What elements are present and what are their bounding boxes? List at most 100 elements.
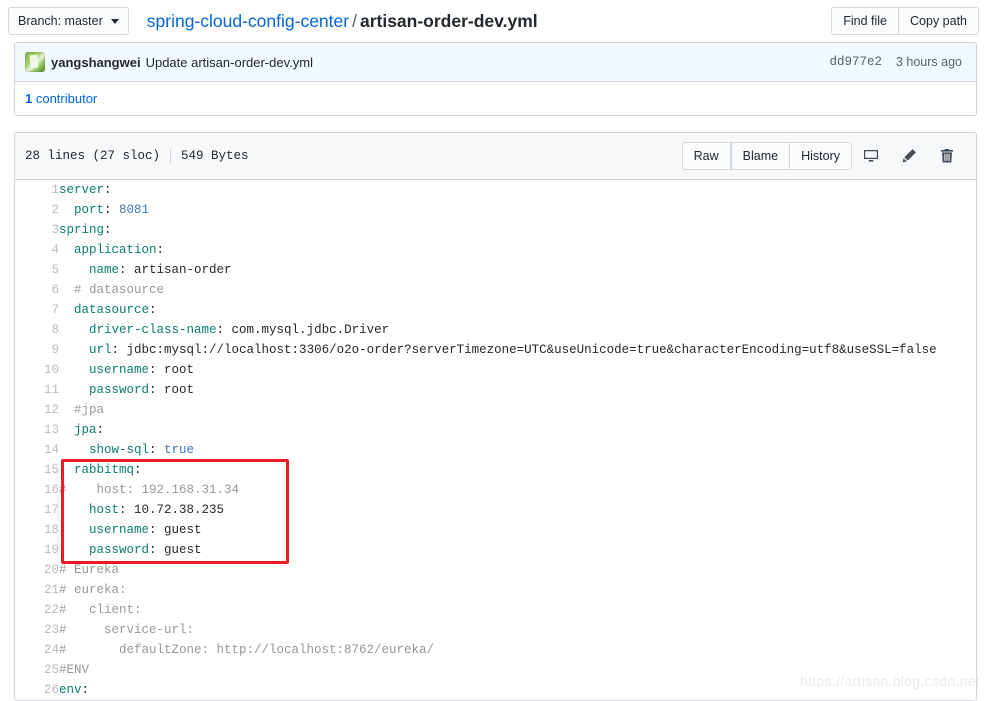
line-number[interactable]: 5: [15, 260, 59, 280]
line-content: # datasource: [59, 280, 976, 300]
code-token-plain: :: [104, 223, 112, 237]
line-number[interactable]: 7: [15, 300, 59, 320]
code-token-com: # service-url:: [59, 623, 194, 637]
copy-path-button[interactable]: Copy path: [899, 7, 979, 35]
branch-selector-button[interactable]: Branch: master: [8, 7, 129, 35]
line-number[interactable]: 26: [15, 680, 59, 700]
commit-sha-link[interactable]: dd977e2: [829, 55, 882, 69]
line-number[interactable]: 3: [15, 220, 59, 240]
line-content: name: artisan-order: [59, 260, 976, 280]
code-viewer[interactable]: 1server:2 port: 80813spring:4 applicatio…: [15, 180, 976, 700]
line-number[interactable]: 24: [15, 640, 59, 660]
code-token-plain: [59, 283, 74, 297]
line-number[interactable]: 16: [15, 480, 59, 500]
code-token-key: server: [59, 183, 104, 197]
line-content: password: guest: [59, 540, 976, 560]
code-token-plain: : artisan-order: [119, 263, 232, 277]
line-content: # defaultZone: http://localhost:8762/eur…: [59, 640, 976, 660]
line-number[interactable]: 2: [15, 200, 59, 220]
line-number[interactable]: 13: [15, 420, 59, 440]
file-size: 549 Bytes: [181, 149, 249, 163]
line-number[interactable]: 23: [15, 620, 59, 640]
breadcrumb-repo-link[interactable]: spring-cloud-config-center: [147, 11, 349, 31]
code-line: 15 rabbitmq:: [15, 460, 976, 480]
trash-icon: [939, 148, 955, 164]
open-in-desktop-button[interactable]: [852, 148, 890, 164]
line-number[interactable]: 4: [15, 240, 59, 260]
history-button[interactable]: History: [790, 142, 852, 170]
contributors-row: 1 contributor: [15, 82, 976, 115]
commit-author-link[interactable]: yangshangwei: [51, 55, 141, 70]
line-number[interactable]: 17: [15, 500, 59, 520]
code-token-plain: [59, 343, 89, 357]
line-content: show-sql: true: [59, 440, 976, 460]
line-number[interactable]: 9: [15, 340, 59, 360]
line-number[interactable]: 10: [15, 360, 59, 380]
line-number[interactable]: 19: [15, 540, 59, 560]
line-number[interactable]: 18: [15, 520, 59, 540]
code-line: 10 username: root: [15, 360, 976, 380]
line-number[interactable]: 22: [15, 600, 59, 620]
code-token-plain: :: [149, 303, 157, 317]
code-line: 8 driver-class-name: com.mysql.jdbc.Driv…: [15, 320, 976, 340]
code-token-plain: : guest: [149, 523, 202, 537]
breadcrumb-separator: /: [352, 11, 357, 31]
code-line: 24# defaultZone: http://localhost:8762/e…: [15, 640, 976, 660]
code-token-com: # client:: [59, 603, 142, 617]
contributors-label: contributor: [32, 91, 97, 106]
line-content: # service-url:: [59, 620, 976, 640]
code-token-plain: :: [104, 183, 112, 197]
code-token-key: password: [89, 383, 149, 397]
code-token-plain: :: [82, 683, 90, 697]
edit-file-button[interactable]: [890, 148, 928, 164]
file-actions: Raw Blame History: [682, 142, 966, 170]
code-line: 22# client:: [15, 600, 976, 620]
line-number[interactable]: 15: [15, 460, 59, 480]
line-number[interactable]: 21: [15, 580, 59, 600]
code-line: 16# host: 192.168.31.34: [15, 480, 976, 500]
line-content: #jpa: [59, 400, 976, 420]
code-token-key: show-sql: [89, 443, 149, 457]
find-file-button[interactable]: Find file: [831, 7, 899, 35]
code-token-bool: true: [164, 443, 194, 457]
line-number[interactable]: 12: [15, 400, 59, 420]
code-token-plain: [59, 403, 74, 417]
line-number[interactable]: 11: [15, 380, 59, 400]
code-token-key: spring: [59, 223, 104, 237]
code-token-key: password: [89, 543, 149, 557]
code-token-com: # datasource: [74, 283, 164, 297]
code-token-key: rabbitmq: [74, 463, 134, 477]
file-view-button-group: Raw Blame History: [682, 142, 852, 170]
code-token-key: port: [74, 203, 104, 217]
watermark: https://artisan.blog.csdn.net: [800, 673, 980, 689]
line-content: datasource:: [59, 300, 976, 320]
raw-button[interactable]: Raw: [682, 142, 731, 170]
code-line: 2 port: 8081: [15, 200, 976, 220]
code-token-plain: :: [104, 203, 119, 217]
code-token-plain: [59, 523, 89, 537]
line-number[interactable]: 6: [15, 280, 59, 300]
line-content: password: root: [59, 380, 976, 400]
line-content: jpa:: [59, 420, 976, 440]
delete-file-button[interactable]: [928, 148, 966, 164]
code-token-key: host: [89, 503, 119, 517]
latest-commit-panel: yangshangwei Update artisan-order-dev.ym…: [14, 42, 977, 116]
line-number[interactable]: 1: [15, 180, 59, 200]
code-line: 9 url: jdbc:mysql://localhost:3306/o2o-o…: [15, 340, 976, 360]
line-number[interactable]: 14: [15, 440, 59, 460]
line-number[interactable]: 8: [15, 320, 59, 340]
code-token-key: username: [89, 523, 149, 537]
code-token-plain: : root: [149, 383, 194, 397]
contributors-link[interactable]: 1 contributor: [25, 91, 97, 106]
blame-button[interactable]: Blame: [731, 142, 790, 170]
file-meta: 28 lines (27 sloc) 549 Bytes: [25, 149, 249, 164]
top-toolbar: Branch: master spring-cloud-config-cente…: [0, 0, 991, 42]
code-line: 17 host: 10.72.38.235: [15, 500, 976, 520]
code-token-plain: : guest: [149, 543, 202, 557]
line-number[interactable]: 25: [15, 660, 59, 680]
line-content: # client:: [59, 600, 976, 620]
line-content: driver-class-name: com.mysql.jdbc.Driver: [59, 320, 976, 340]
code-token-key: url: [89, 343, 112, 357]
file-panel: 28 lines (27 sloc) 549 Bytes Raw Blame H…: [14, 132, 977, 701]
line-number[interactable]: 20: [15, 560, 59, 580]
